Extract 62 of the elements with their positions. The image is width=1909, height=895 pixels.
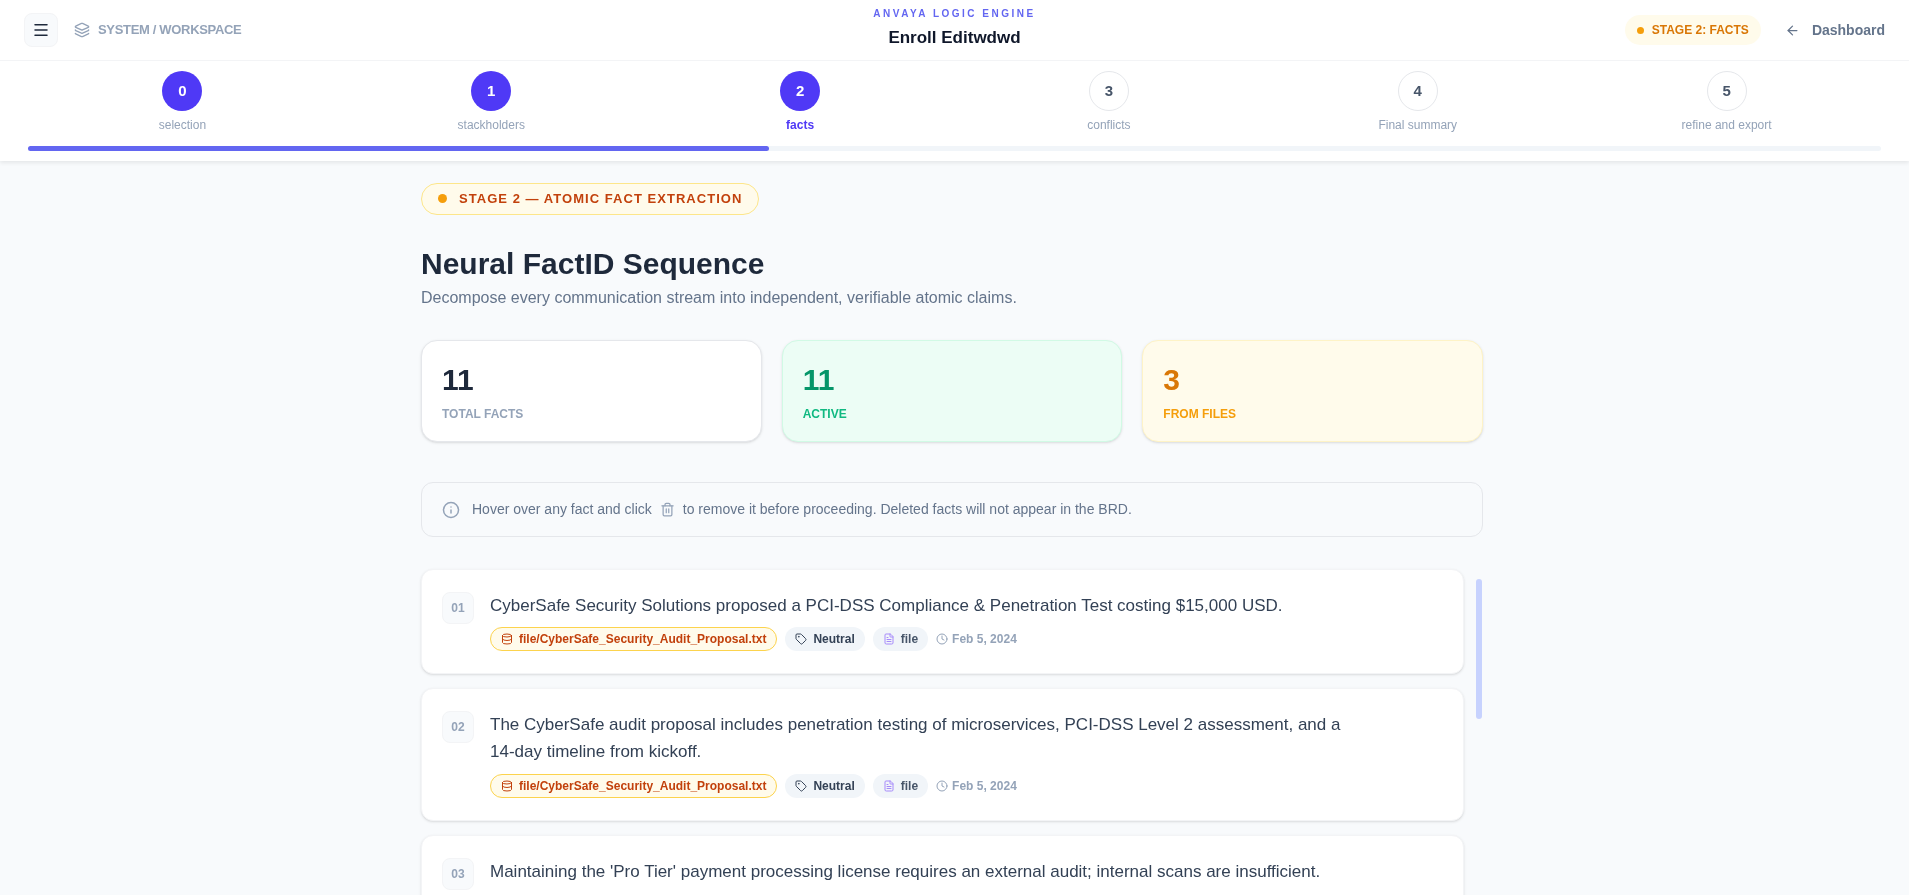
step-label: conflicts bbox=[1087, 117, 1131, 134]
tag-icon bbox=[795, 779, 808, 792]
step-label: stackholders bbox=[457, 117, 525, 134]
sentiment-tag: Neutral bbox=[785, 627, 865, 652]
stat-value: 11 bbox=[802, 365, 835, 395]
step-number: 5 bbox=[1706, 71, 1747, 111]
source-tag: file/CyberSafe_Security_Audit_Proposal.txt bbox=[490, 773, 778, 798]
file-icon bbox=[882, 779, 895, 792]
fact-date: Feb 5, 2024 bbox=[936, 776, 1017, 795]
step-label: selection bbox=[158, 117, 207, 134]
step-number: 0 bbox=[162, 71, 203, 111]
type-tag: file bbox=[872, 773, 929, 798]
database-icon bbox=[501, 633, 513, 646]
step-label: facts bbox=[786, 117, 815, 134]
database-icon bbox=[501, 779, 513, 792]
stage-badge: STAGE 2: FACTS bbox=[1624, 15, 1761, 45]
page-heading: Neural FactID Sequence bbox=[421, 245, 766, 282]
engine-label: ANVAYA LOGIC ENGINE bbox=[873, 7, 1036, 21]
file-icon bbox=[882, 633, 895, 646]
sentiment-tag: Neutral bbox=[785, 773, 865, 798]
fact-text: The CyberSafe audit proposal includes penetration testing of microservices, PCI-DSS Level 2 assessment, and a 14-day timeline from kickoff. bbox=[490, 714, 1342, 764]
clock-icon bbox=[936, 633, 949, 646]
project-title: Enroll Editwdwd bbox=[888, 27, 1021, 49]
fact-number: 02 bbox=[442, 711, 474, 744]
notice-text: to remove it before proceeding. Deleted facts will not appear in the BRD. bbox=[682, 500, 1132, 519]
clock-icon bbox=[936, 779, 949, 792]
page-subheading: Decompose every communication stream into independent, verifiable atomic claims. bbox=[421, 288, 1018, 308]
fact-text: Maintaining the 'Pro Tier' payment processing license requires an external audit; internal scans are insufficient. bbox=[490, 860, 1321, 883]
stat-label: TOTAL FACTS bbox=[442, 406, 524, 423]
type-tag: file bbox=[872, 627, 929, 652]
step-number: 2 bbox=[780, 71, 821, 111]
notice-text: Hover over any fact and click bbox=[472, 500, 652, 519]
step-tab[interactable]: 0 selection bbox=[28, 71, 337, 134]
layers-icon bbox=[74, 22, 90, 38]
step-number: 3 bbox=[1088, 71, 1129, 111]
step-tab[interactable]: 5 refine and export bbox=[1572, 71, 1881, 134]
step-number: 1 bbox=[471, 71, 512, 111]
fact-number: 03 bbox=[442, 857, 474, 890]
step-tab[interactable]: 4 Final summary bbox=[1263, 71, 1573, 134]
breadcrumb: SYSTEM / WORKSPACE bbox=[98, 21, 242, 40]
source-tag: file/CyberSafe_Security_Audit_Proposal.txt bbox=[490, 627, 778, 652]
menu-icon bbox=[32, 21, 50, 39]
menu-button[interactable] bbox=[24, 13, 58, 47]
stage-label: STAGE 2 — ATOMIC FACT EXTRACTION bbox=[421, 183, 760, 215]
step-tab[interactable]: 2 facts bbox=[645, 71, 955, 134]
stat-value: 11 bbox=[442, 365, 474, 395]
stat-label: ACTIVE bbox=[802, 406, 847, 423]
step-number: 4 bbox=[1397, 71, 1438, 111]
step-tab[interactable]: 1 stackholders bbox=[336, 71, 646, 134]
scrollbar[interactable] bbox=[1476, 579, 1482, 719]
stat-value: 3 bbox=[1163, 365, 1180, 395]
step-label: Final summary bbox=[1378, 117, 1458, 134]
trash-icon bbox=[659, 502, 675, 517]
info-icon bbox=[442, 500, 460, 519]
dashboard-link[interactable]: Dashboard bbox=[1784, 19, 1885, 41]
fact-date: Feb 5, 2024 bbox=[936, 630, 1017, 649]
stat-label: FROM FILES bbox=[1163, 406, 1236, 423]
step-tab[interactable]: 3 conflicts bbox=[954, 71, 1264, 134]
fact-number: 01 bbox=[442, 592, 474, 624]
fact-text: CyberSafe Security Solutions proposed a PCI-DSS Compliance & Penetration Test costing $15,000 USD. bbox=[490, 595, 1283, 617]
tag-icon bbox=[795, 633, 808, 646]
step-label: refine and export bbox=[1681, 117, 1772, 134]
